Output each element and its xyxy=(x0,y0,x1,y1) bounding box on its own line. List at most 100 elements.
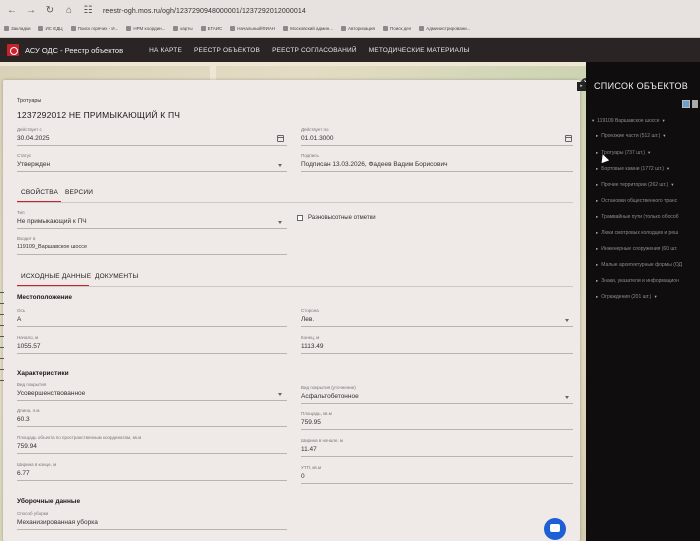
proj-area-label: Площадь объекта по пространственным коор… xyxy=(17,435,142,440)
image-icon[interactable] xyxy=(682,100,690,108)
bookmark[interactable]: Московский админ... xyxy=(283,25,333,31)
tree-item[interactable]: ▸ Малые архитектурные формы (ОД xyxy=(596,262,682,268)
bookmark-icon xyxy=(70,25,76,31)
tree-item[interactable]: ▸ Ограждения (201 шт.) ▾ xyxy=(596,294,657,300)
side-select[interactable]: Лев. xyxy=(301,316,314,323)
reload-icon[interactable]: ↻ xyxy=(43,4,57,18)
length-label: Длина, п.м xyxy=(17,408,40,413)
valid-to-field[interactable]: 01.01.3000 xyxy=(301,135,334,142)
screen: ← → ↻ ⌂ ☷ reestr-ogh.mos.ru/ogh/12372909… xyxy=(0,0,700,541)
chevron-down-icon: ▾ xyxy=(663,133,666,138)
bookmark[interactable]: Закладки xyxy=(4,25,30,31)
document-icon[interactable] xyxy=(692,100,698,108)
chevron-down-icon[interactable] xyxy=(278,393,282,396)
home-icon[interactable]: ⌂ xyxy=(62,4,76,18)
site-info-icon[interactable]: ☷ xyxy=(81,4,95,18)
bookmark-icon xyxy=(419,25,425,31)
app-title[interactable]: АСУ ОДС - Реестр объектов xyxy=(25,46,123,55)
chevron-down-icon: ▾ xyxy=(666,166,670,171)
back-icon[interactable]: ← xyxy=(5,4,19,18)
tab-divider xyxy=(17,202,573,203)
calendar-icon[interactable] xyxy=(277,135,284,142)
type-select[interactable]: Не примыкающий к ПЧ xyxy=(17,218,87,225)
chevron-down-icon: ▾ xyxy=(671,182,674,187)
moscow-logo-icon[interactable] xyxy=(7,44,19,56)
sign-label: Подпись xyxy=(301,153,319,158)
valid-to-label: Действует по xyxy=(301,127,329,132)
field-underline xyxy=(301,353,573,354)
status-select[interactable]: Утвержден xyxy=(17,161,50,168)
end-label: Конец, м xyxy=(301,335,320,340)
width-end-value: 6.77 xyxy=(17,470,30,477)
tree-item[interactable]: ▸ Проезжие части (512 шт.) ▾ xyxy=(596,133,666,139)
menu-item-registry[interactable]: РЕЕСТР ОБЪЕКТОВ xyxy=(194,47,260,54)
levels-label: Разновысотные отметки xyxy=(308,215,376,221)
chevron-right-icon: ▸ xyxy=(596,198,599,203)
valid-from-field[interactable]: 30.04.2025 xyxy=(17,135,50,142)
tree-item[interactable]: ▸ Остановки общественного транс xyxy=(596,198,677,204)
bookmarks-bar: Закладки ИС ЕДЦ Поиск горячих - И... НРМ… xyxy=(4,22,700,34)
cover-type-spec-select[interactable]: Асфальтобетонное xyxy=(301,393,359,400)
bookmark[interactable]: Администрировани... xyxy=(419,25,470,31)
width-begin-value: 11.47 xyxy=(301,446,317,453)
menu-item-approvals[interactable]: РЕЕСТР СОГЛАСОВАНИЙ xyxy=(272,47,357,54)
chat-icon[interactable] xyxy=(544,518,566,540)
chevron-down-icon[interactable] xyxy=(565,396,569,399)
menu-item-materials[interactable]: МЕТОДИЧЕСКИЕ МАТЕРИАЛЫ xyxy=(369,47,470,54)
levels-checkbox[interactable] xyxy=(297,215,303,221)
area-value: 759.95 xyxy=(301,419,321,426)
width-begin-label: Ширина в начале, м xyxy=(301,438,343,443)
object-list-title: СПИСОК ОБЪЕКТОВ xyxy=(594,81,689,91)
browser-chrome: ← → ↻ ⌂ ☷ reestr-ogh.mos.ru/ogh/12372909… xyxy=(0,0,700,38)
tree-item[interactable]: ▸ Знаки, указатели и информацион xyxy=(596,278,679,284)
cleaning-section-title: Уборочные данные xyxy=(17,498,81,505)
tree-item[interactable]: ▸ Бортовые камни (1772 шт.) ▾ xyxy=(596,166,669,172)
tree-root[interactable]: ▾ 119109 Варшавское шоссе ▾ xyxy=(592,118,665,124)
chevron-down-icon[interactable] xyxy=(565,319,569,322)
field-underline xyxy=(17,480,287,481)
map-road xyxy=(0,62,586,66)
tree-item[interactable]: ▸ Люки смотровых колодцев и реш xyxy=(596,230,678,236)
tab-documents[interactable]: ДОКУМЕНТЫ xyxy=(95,273,138,280)
tab-source-data[interactable]: ИСХОДНЫЕ ДАННЫЕ xyxy=(21,273,91,280)
bookmark[interactable]: ИС ЕДЦ xyxy=(38,25,63,31)
bookmark[interactable]: ЕГАИС xyxy=(200,25,222,31)
tree-item[interactable]: ▸ Прочие территории (262 шт.) ▾ xyxy=(596,182,673,188)
bookmark[interactable]: Авторизация xyxy=(341,25,375,31)
calendar-icon[interactable] xyxy=(565,135,572,142)
menu-item-map[interactable]: НА КАРТЕ xyxy=(149,47,182,54)
bookmark-icon xyxy=(4,25,9,31)
cleaning-method-value: Механизированная уборка xyxy=(17,519,98,526)
tab-properties[interactable]: СВОЙСТВА xyxy=(21,189,58,196)
forward-icon[interactable]: → xyxy=(24,4,38,18)
chevron-down-icon[interactable] xyxy=(278,164,282,167)
chevron-right-icon: ▸ xyxy=(596,278,599,283)
cover-type-select[interactable]: Усовершенствованное xyxy=(17,390,85,397)
chevron-down-icon[interactable] xyxy=(278,221,282,224)
tab-versions[interactable]: ВЕРСИИ xyxy=(65,189,93,196)
field-underline xyxy=(17,228,287,229)
field-underline xyxy=(17,400,287,401)
field-underline xyxy=(17,171,287,172)
field-underline xyxy=(301,145,573,146)
utp-label: УТП, кв.м xyxy=(301,465,322,470)
bookmark[interactable]: НРМ координ... xyxy=(126,25,165,31)
tree-item[interactable]: ▸ Инженерные сооружения (60 шт. xyxy=(596,246,678,252)
field-underline xyxy=(17,353,287,354)
status-label: Статус xyxy=(17,153,32,158)
bookmark[interactable]: Начальный/ФИАН xyxy=(230,25,275,31)
sign-value: Подписан 13.03.2026, Фадеев Вадим Борисо… xyxy=(301,161,448,168)
collapse-panel-icon[interactable]: ▸ xyxy=(577,82,586,91)
length-value: 60.3 xyxy=(17,416,30,423)
url-bar[interactable]: reestr-ogh.mos.ru/ogh/1237290948000001/1… xyxy=(103,8,306,15)
tab-divider xyxy=(17,286,573,287)
tree-item[interactable]: ▸ Трамвайные пути (только обособ xyxy=(596,214,679,220)
bookmark-icon xyxy=(173,25,179,31)
bookmark[interactable]: Поиск горячих - И... xyxy=(70,25,118,31)
bookmark[interactable]: карты xyxy=(173,25,193,31)
cover-type-spec-label: Вид покрытия (уточнение) xyxy=(301,385,356,390)
field-underline xyxy=(301,429,573,430)
field-underline xyxy=(301,483,573,484)
bookmark[interactable]: Поиск дел xyxy=(382,25,411,31)
object-category: Тротуары xyxy=(17,98,42,104)
